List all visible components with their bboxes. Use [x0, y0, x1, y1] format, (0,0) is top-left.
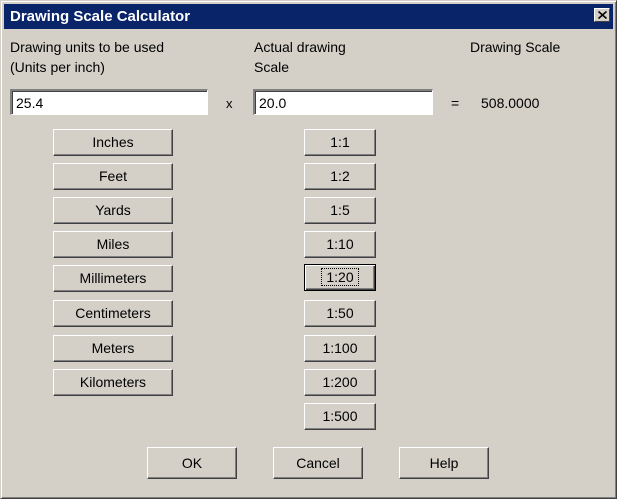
actual-scale-label-line2: Scale	[254, 59, 290, 75]
cancel-button[interactable]: Cancel	[273, 447, 363, 479]
scale-1-5-button[interactable]: 1:5	[304, 197, 376, 224]
equals-sign: =	[451, 95, 460, 111]
units-label-line2: (Units per inch)	[10, 59, 105, 75]
scale-1-20-label: 1:20	[321, 268, 359, 286]
scale-1-200-button[interactable]: 1:200	[304, 369, 376, 396]
dialog-title: Drawing Scale Calculator	[10, 8, 191, 25]
scale-1-50-button[interactable]: 1:50	[304, 300, 376, 327]
drawing-scale-dialog: Drawing Scale Calculator Drawing units t…	[0, 0, 617, 499]
units-per-inch-input[interactable]: 25.4	[10, 89, 208, 115]
actual-scale-input[interactable]: 20.0	[253, 89, 433, 115]
scale-1-20-button[interactable]: 1:20	[304, 264, 376, 291]
scale-1-2-button[interactable]: 1:2	[304, 163, 376, 190]
drawing-scale-heading: Drawing Scale	[470, 39, 561, 55]
inches-button[interactable]: Inches	[53, 129, 173, 156]
units-label-line1: Drawing units to be used	[10, 39, 165, 55]
centimeters-button[interactable]: Centimeters	[53, 300, 173, 327]
yards-button[interactable]: Yards	[53, 197, 173, 224]
title-bar[interactable]: Drawing Scale Calculator	[4, 4, 613, 29]
feet-button[interactable]: Feet	[53, 163, 173, 190]
multiply-sign: x	[226, 96, 233, 111]
ok-button[interactable]: OK	[147, 447, 237, 479]
miles-button[interactable]: Miles	[53, 231, 173, 258]
kilometers-button[interactable]: Kilometers	[53, 369, 173, 396]
close-button[interactable]	[594, 8, 610, 22]
close-icon	[598, 11, 607, 19]
meters-button[interactable]: Meters	[53, 335, 173, 362]
scale-1-500-button[interactable]: 1:500	[304, 403, 376, 430]
millimeters-button[interactable]: Millimeters	[53, 265, 173, 292]
scale-1-100-button[interactable]: 1:100	[304, 335, 376, 362]
scale-1-10-button[interactable]: 1:10	[304, 231, 376, 258]
drawing-scale-result: 508.0000	[481, 95, 540, 111]
scale-1-1-button[interactable]: 1:1	[304, 129, 376, 156]
help-button[interactable]: Help	[399, 447, 489, 479]
actual-scale-label-line1: Actual drawing	[254, 39, 346, 55]
